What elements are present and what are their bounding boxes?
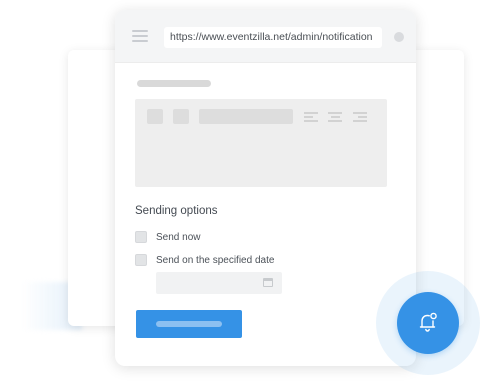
message-editor[interactable] — [135, 99, 387, 187]
page-title-placeholder — [137, 80, 211, 87]
send-now-option[interactable]: Send now — [135, 230, 200, 244]
send-on-date-option[interactable]: Send on the specified date — [135, 253, 274, 267]
editor-toolbar-button[interactable] — [147, 109, 163, 124]
bell-notification-icon — [419, 312, 437, 332]
sending-options-heading: Sending options — [135, 205, 218, 217]
editor-toolbar-button[interactable] — [173, 109, 189, 124]
address-bar[interactable]: https://www.eventzilla.net/admin/notific… — [164, 27, 382, 48]
align-right-icon[interactable] — [353, 112, 367, 122]
illustration-stage: https://www.eventzilla.net/admin/notific… — [0, 0, 481, 381]
browser-window: https://www.eventzilla.net/admin/notific… — [115, 10, 416, 366]
notification-button[interactable] — [397, 292, 459, 354]
editor-font-select[interactable] — [199, 109, 293, 124]
send-now-checkbox[interactable] — [135, 231, 147, 243]
hamburger-menu-icon[interactable] — [132, 30, 148, 42]
send-on-date-checkbox[interactable] — [135, 254, 147, 266]
send-now-label: Send now — [156, 231, 201, 243]
send-on-date-label: Send on the specified date — [156, 254, 275, 266]
calendar-icon[interactable] — [263, 278, 273, 287]
date-input[interactable] — [156, 272, 282, 294]
align-center-icon[interactable] — [328, 112, 342, 122]
send-button[interactable] — [136, 310, 242, 338]
browser-status-dot-icon — [394, 32, 404, 42]
browser-toolbar: https://www.eventzilla.net/admin/notific… — [115, 10, 416, 63]
align-left-icon[interactable] — [304, 112, 318, 122]
send-button-label-placeholder — [156, 321, 222, 327]
